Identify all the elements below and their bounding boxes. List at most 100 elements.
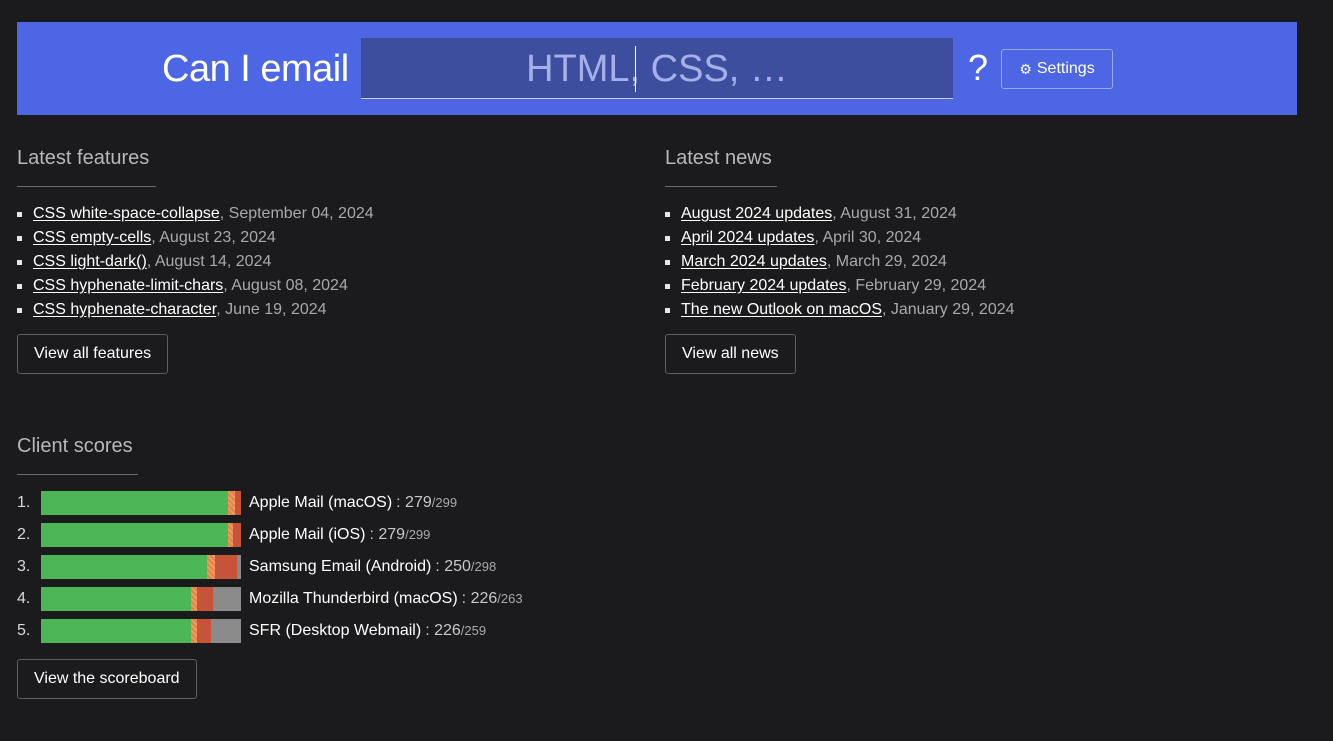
bullet-icon [17, 260, 22, 265]
settings-button[interactable]: ⚙ Settings [1001, 49, 1113, 89]
bar-segment-not-supported [197, 619, 211, 643]
client-score-row: 4. Mozilla Thunderbird (macOS) : 226/263 [17, 583, 717, 615]
score-value: 279 [378, 526, 406, 543]
client-name[interactable]: SFR (Desktop Webmail) [249, 622, 421, 640]
feature-date: , August 08, 2024 [223, 277, 348, 294]
score-value: 279 [405, 494, 432, 511]
latest-features-section: Latest features CSS white-space-collapse… [17, 146, 617, 374]
news-link[interactable]: February 2024 updates [681, 277, 846, 294]
client-score: : 226/259 [425, 622, 486, 640]
bar-segment-unknown [213, 587, 241, 611]
bar-segment-not-supported [233, 523, 241, 547]
score-separator: : [435, 558, 445, 575]
client-name[interactable]: Mozilla Thunderbird (macOS) [249, 590, 458, 608]
feature-link[interactable]: CSS hyphenate-limit-chars [33, 277, 223, 294]
news-list: August 2024 updates, August 31, 2024 Apr… [665, 202, 1265, 322]
news-date: , February 29, 2024 [846, 277, 987, 294]
list-item: August 2024 updates, August 31, 2024 [665, 202, 1265, 226]
score-total: /259 [460, 623, 487, 638]
score-total: /298 [470, 559, 497, 574]
bar-segment-not-supported [197, 587, 213, 611]
feature-link[interactable]: CSS light-dark() [33, 253, 147, 270]
score-bar[interactable] [41, 555, 241, 579]
score-bar[interactable] [41, 587, 241, 611]
client-scores-section: Client scores 1. Apple Mail (macOS) : 27… [17, 434, 717, 699]
bullet-icon [665, 284, 670, 289]
bar-segment-supported [41, 619, 191, 643]
feature-link[interactable]: CSS empty-cells [33, 229, 151, 246]
bar-segment-supported [41, 555, 207, 579]
bar-segment-not-supported [235, 491, 241, 515]
news-date: , April 30, 2024 [814, 229, 922, 246]
bullet-icon [17, 236, 22, 241]
score-bar[interactable] [41, 619, 241, 643]
section-divider [665, 186, 777, 187]
client-scores-list: 1. Apple Mail (macOS) : 279/299 2. Apple… [17, 487, 717, 647]
bullet-icon [665, 260, 670, 265]
features-list: CSS white-space-collapse, September 04, … [17, 202, 617, 322]
score-bar[interactable] [41, 491, 241, 515]
bar-segment-partial [228, 491, 235, 515]
bar-segment-partial [207, 555, 215, 579]
client-score-row: 3. Samsung Email (Android) : 250/298 [17, 551, 717, 583]
news-link[interactable]: April 2024 updates [681, 229, 814, 246]
client-name[interactable]: Samsung Email (Android) [249, 558, 431, 576]
client-score-row: 2. Apple Mail (iOS) : 279/299 [17, 519, 717, 551]
score-bar[interactable] [41, 523, 241, 547]
text-caret [635, 46, 636, 92]
client-score: : 226/263 [462, 590, 523, 608]
list-item: February 2024 updates, February 29, 2024 [665, 274, 1265, 298]
client-score: : 279/299 [396, 494, 457, 512]
score-value: 250 [444, 558, 471, 575]
client-name[interactable]: Apple Mail (macOS) [249, 494, 392, 512]
list-item: CSS hyphenate-limit-chars, August 08, 20… [17, 274, 617, 298]
score-value: 226 [434, 622, 461, 639]
section-divider [17, 186, 156, 187]
score-total: /299 [405, 527, 431, 542]
search-box[interactable] [361, 38, 953, 99]
score-total: /299 [431, 495, 458, 510]
score-separator: : [396, 494, 406, 511]
bar-segment-unknown [211, 619, 241, 643]
view-scoreboard-button[interactable]: View the scoreboard [17, 659, 197, 699]
rank-number: 1. [17, 494, 31, 511]
bullet-icon [17, 212, 22, 217]
site-brand[interactable]: Can I email [162, 45, 349, 93]
score-total: /263 [497, 591, 523, 606]
bullet-icon [665, 212, 670, 217]
list-item: April 2024 updates, April 30, 2024 [665, 226, 1265, 250]
bullet-icon [665, 236, 670, 241]
client-name[interactable]: Apple Mail (iOS) [249, 526, 365, 544]
settings-label: Settings [1036, 60, 1095, 77]
bullet-icon [665, 308, 670, 313]
view-all-features-button[interactable]: View all features [17, 334, 169, 374]
client-score: : 279/299 [369, 526, 430, 544]
section-divider [17, 474, 138, 475]
list-item: CSS white-space-collapse, September 04, … [17, 202, 617, 226]
feature-date: , September 04, 2024 [219, 205, 374, 222]
list-item: CSS hyphenate-character, June 19, 2024 [17, 298, 617, 322]
news-link[interactable]: March 2024 updates [681, 253, 827, 270]
search-input[interactable] [361, 38, 953, 98]
bar-segment-supported [41, 491, 228, 515]
view-all-news-button[interactable]: View all news [665, 334, 796, 374]
rank-number: 5. [17, 622, 31, 639]
news-link[interactable]: The new Outlook on macOS [681, 301, 882, 318]
list-item: CSS empty-cells, August 23, 2024 [17, 226, 617, 250]
help-button[interactable]: ? [968, 46, 988, 90]
latest-news-section: Latest news August 2024 updates, August … [665, 146, 1265, 374]
bar-segment-supported [41, 587, 191, 611]
feature-date: , August 14, 2024 [146, 253, 272, 270]
news-link[interactable]: August 2024 updates [681, 205, 832, 222]
list-item: March 2024 updates, March 29, 2024 [665, 250, 1265, 274]
latest-features-title: Latest features [17, 147, 150, 169]
bar-segment-unknown [237, 555, 241, 579]
list-item: The new Outlook on macOS, January 29, 20… [665, 298, 1265, 322]
feature-link[interactable]: CSS hyphenate-character [33, 301, 216, 318]
feature-link[interactable]: CSS white-space-collapse [33, 205, 220, 222]
news-date: , January 29, 2024 [881, 301, 1015, 318]
client-score-row: 5. SFR (Desktop Webmail) : 226/259 [17, 615, 717, 647]
site-header: Can I email ? ⚙ Settings [17, 22, 1297, 115]
score-value: 226 [470, 590, 498, 607]
rank-number: 2. [17, 526, 31, 543]
